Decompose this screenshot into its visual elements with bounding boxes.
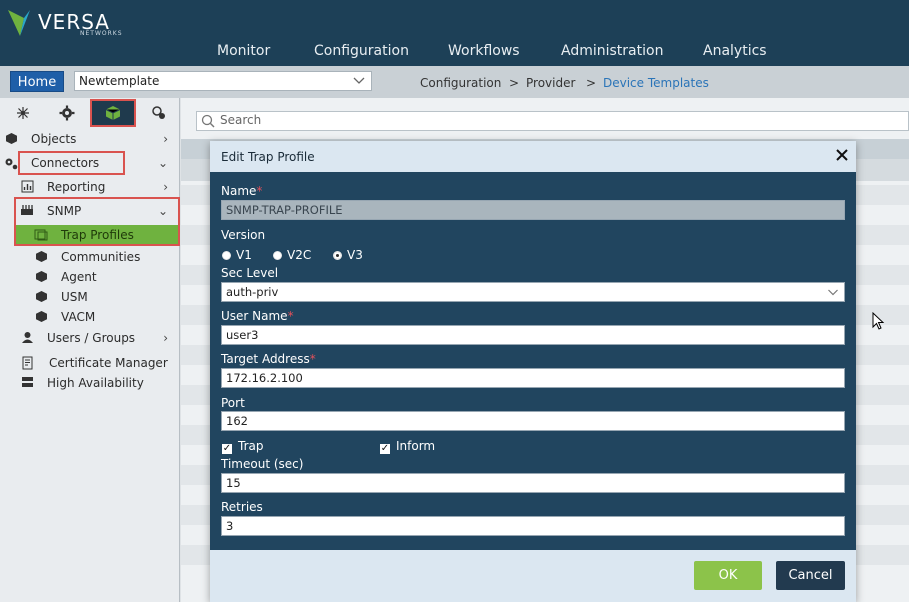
versa-logo-icon [8,10,30,36]
cube-icon [4,132,18,146]
trap-checkbox[interactable]: ✓ Trap [222,439,263,454]
checkmark-icon: ✓ [380,443,390,454]
sidebar-item-label: Agent [61,270,97,284]
inform-checkbox[interactable]: ✓ Inform [380,439,435,454]
sidebar-item-label: Certificate Manager [49,356,168,370]
sidebar-item-high-availability[interactable]: High Availability [0,373,178,393]
sidebar-item-usm[interactable]: USM [0,287,178,307]
chevron-right-icon: › [163,331,168,345]
report-icon [20,180,34,194]
sidebar-item-users-groups[interactable]: Users / Groups › [0,328,178,348]
template-select[interactable]: Newtemplate [74,71,372,91]
sidebar-item-certificate-manager[interactable]: Certificate Manager [0,353,178,373]
target-address-field[interactable]: 172.16.2.100 [221,368,845,388]
breadcrumb-provider[interactable]: Provider [526,76,575,90]
logo-subtitle: NETWORKS [80,30,123,37]
chevron-down-icon: ⌄ [157,156,168,170]
breadcrumb-separator: > [509,76,520,90]
radio-v2c[interactable]: V2C [273,248,311,262]
radio-button-icon [273,251,282,260]
gears-icon [4,156,18,170]
sidebar-item-label: High Availability [47,376,144,390]
timeout-field[interactable]: 15 [221,473,845,493]
chevron-down-icon [827,286,839,298]
nav-configuration[interactable]: Configuration [314,43,409,59]
cube-icon [34,250,48,264]
timeout-label: Timeout (sec) [221,457,304,471]
sidebar-tab-settings[interactable] [52,101,82,125]
sidebar-item-label: Reporting [47,180,106,194]
radio-v1[interactable]: V1 [222,248,252,262]
network-icon [17,107,29,119]
cube-icon [34,270,48,284]
nav-workflows[interactable]: Workflows [448,43,520,59]
user-icon [20,331,34,345]
chevron-right-icon: › [163,132,168,146]
certificate-icon [20,356,34,370]
search-placeholder: Search [220,113,262,127]
sidebar-item-label: Communities [61,250,141,264]
nav-analytics[interactable]: Analytics [703,43,767,59]
sidebar-item-agent[interactable]: Agent [0,267,178,287]
version-label: Version [221,228,266,242]
sidebar-item-vacm[interactable]: VACM [0,307,178,327]
sidebar-tab-objects[interactable] [90,99,136,127]
radio-v3[interactable]: V3 [333,248,363,262]
sidebar-tab-services[interactable] [144,101,174,125]
sidebar-tab-network[interactable] [8,101,38,125]
close-icon[interactable] [834,147,850,163]
ok-button[interactable]: OK [694,561,762,590]
port-label: Port [221,396,245,410]
sec-level-select[interactable]: auth-priv [221,282,845,302]
breadcrumb-configuration[interactable]: Configuration [420,76,501,90]
user-name-field[interactable]: user3 [221,325,845,345]
name-label: Name* [221,184,263,198]
sidebar-item-communities[interactable]: Communities [0,247,178,267]
port-field[interactable]: 162 [221,411,845,431]
chevron-right-icon: › [163,180,168,194]
cancel-button[interactable]: Cancel [776,561,845,590]
sidebar-item-label: VACM [61,310,96,324]
user-name-label: User Name* [221,309,294,323]
cube-icon [105,106,121,120]
radio-button-icon [222,251,231,260]
name-field[interactable]: SNMP-TRAP-PROFILE [221,200,845,220]
nav-monitor[interactable]: Monitor [217,43,270,59]
services-icon [152,106,165,119]
checkmark-icon: ✓ [222,443,232,454]
sidebar-item-label: Users / Groups [47,331,136,345]
sidebar-item-label: USM [61,290,88,304]
sidebar-item-label: Objects [31,132,77,146]
cube-icon [34,290,48,304]
search-icon [201,114,215,128]
gear-icon [59,105,75,121]
highlight-snmp [14,197,180,246]
sidebar-item-objects[interactable]: Objects › [0,129,178,149]
breadcrumb-separator: > [586,76,597,90]
highlight-connectors [18,151,125,175]
nav-administration[interactable]: Administration [561,43,663,59]
search-input[interactable] [196,111,909,131]
radio-button-selected-icon [333,251,342,260]
retries-field[interactable]: 3 [221,516,845,536]
sec-level-label: Sec Level [221,266,279,280]
retries-label: Retries [221,500,263,514]
breadcrumb-device-templates[interactable]: Device Templates [603,76,709,90]
mouse-cursor-icon [872,311,886,332]
sidebar-item-reporting[interactable]: Reporting › [0,177,178,197]
ha-icon [20,376,34,390]
chevron-down-icon [352,73,366,87]
cube-icon [34,310,48,324]
target-address-label: Target Address* [221,352,316,366]
home-button[interactable]: Home [10,71,64,92]
dialog-title: Edit Trap Profile [221,150,315,164]
